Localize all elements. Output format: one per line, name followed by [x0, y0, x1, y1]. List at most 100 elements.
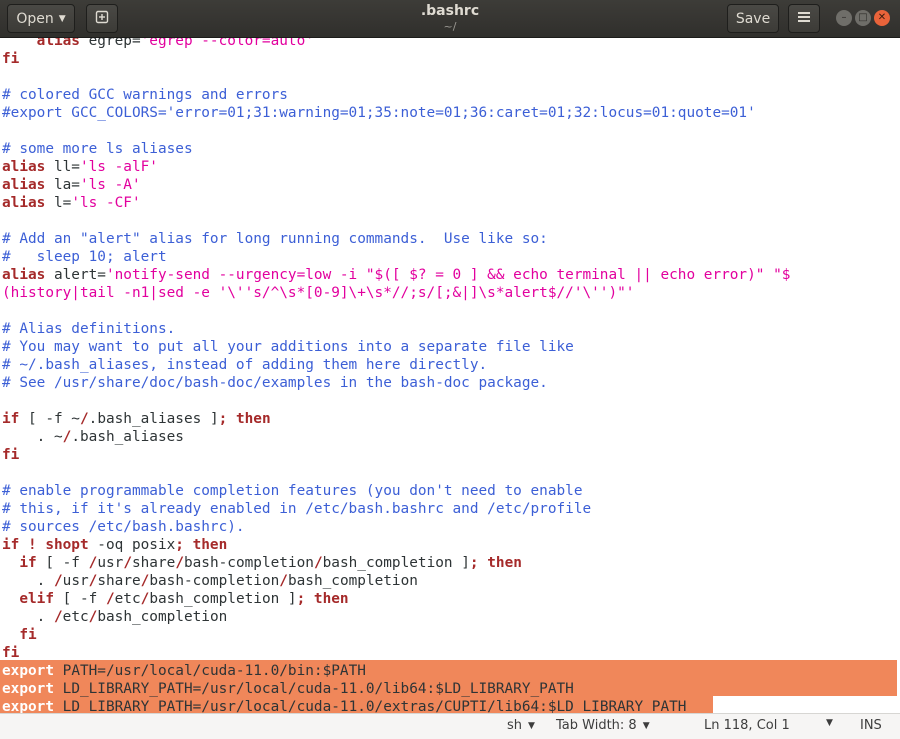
- code-token: /: [88, 555, 98, 571]
- code-line[interactable]: # enable programmable completion feature…: [2, 482, 790, 500]
- code-token: alias: [2, 38, 89, 49]
- code-line[interactable]: # sources /etc/bash.bashrc).: [2, 518, 790, 536]
- chevron-down-icon: ▼: [58, 13, 66, 24]
- code-token: /: [140, 591, 150, 607]
- code-token: [ -f ~: [19, 411, 80, 427]
- code-line[interactable]: # this, if it's already enabled in /etc/…: [2, 500, 790, 518]
- tab-width-selector[interactable]: Tab Width: 8 ▼: [556, 718, 650, 733]
- insert-mode-label: INS: [860, 718, 882, 733]
- code-line[interactable]: # ~/.bash_aliases, instead of adding the…: [2, 356, 790, 374]
- code-line[interactable]: (history|tail -n1|sed -e '\''s/^\s*[0-9]…: [2, 284, 790, 302]
- code-line[interactable]: alias la='ls -A': [2, 176, 790, 194]
- code-line[interactable]: [2, 122, 790, 140]
- code-token: 'ls -CF': [71, 195, 141, 211]
- code-token: bash_completion ]: [322, 555, 470, 571]
- code-line[interactable]: fi: [2, 446, 790, 464]
- close-glyph: ✕: [877, 12, 887, 23]
- code-line[interactable]: #export GCC_COLORS='error=01;31:warning=…: [2, 104, 790, 122]
- code-line[interactable]: # You may want to put all your additions…: [2, 338, 790, 356]
- code-token: egrep=: [88, 38, 141, 49]
- code-token: 'ls -alF': [79, 159, 158, 175]
- status-bar: sh ▼ Tab Width: 8 ▼ Ln 118, Col 1 ▼ INS: [0, 713, 900, 739]
- code-token: etc: [62, 609, 89, 625]
- close-icon[interactable]: ✕: [874, 10, 890, 26]
- save-button[interactable]: Save: [727, 4, 779, 33]
- cursor-position-dropdown[interactable]: ▼: [820, 718, 833, 728]
- code-line[interactable]: [2, 392, 790, 410]
- code-token: /: [123, 555, 132, 571]
- code-line[interactable]: # Add an "alert" alias for long running …: [2, 230, 790, 248]
- code-token: ; then: [175, 537, 228, 553]
- code-token: alias: [2, 267, 54, 283]
- code-line[interactable]: # Alias definitions.: [2, 320, 790, 338]
- minimize-icon[interactable]: –: [836, 10, 852, 26]
- code-token: l=: [53, 195, 72, 211]
- code-token: LD_LIBRARY_PATH=/usr/local/cuda-11.0/ext…: [62, 699, 687, 713]
- code-line[interactable]: [2, 464, 790, 482]
- code-token: # some more ls aliases: [2, 141, 193, 157]
- header-bar: Open ▼ .bashrc ~/ Save – □ ✕: [0, 0, 900, 38]
- open-button-label: Open: [16, 10, 54, 27]
- code-token: # colored GCC warnings and errors: [2, 87, 288, 103]
- code-token: 'ls -A': [79, 177, 141, 193]
- minimize-glyph: –: [841, 12, 847, 23]
- cursor-position[interactable]: Ln 118, Col 1: [704, 718, 790, 733]
- new-document-button[interactable]: [86, 4, 118, 33]
- maximize-glyph: □: [858, 12, 868, 23]
- code-line[interactable]: . /etc/bash_completion: [2, 608, 790, 626]
- insert-mode-indicator[interactable]: INS: [860, 718, 882, 733]
- code-token: alias: [2, 177, 54, 193]
- code-line[interactable]: alias ll='ls -alF': [2, 158, 790, 176]
- chevron-down-icon: ▼: [642, 720, 650, 731]
- code-line[interactable]: export LD_LIBRARY_PATH=/usr/local/cuda-1…: [2, 698, 790, 713]
- code-token: # sleep 10; alert: [2, 249, 167, 265]
- code-line[interactable]: # sleep 10; alert: [2, 248, 790, 266]
- code-token: # enable programmable completion feature…: [2, 483, 583, 499]
- code-token: export: [2, 699, 63, 713]
- code-line[interactable]: # some more ls aliases: [2, 140, 790, 158]
- code-token: bash-completion: [149, 573, 280, 589]
- hamburger-menu-icon: [797, 9, 811, 28]
- code-line[interactable]: [2, 68, 790, 86]
- tab-width-label: Tab Width: 8: [556, 718, 637, 733]
- chevron-down-icon: ▼: [826, 718, 833, 728]
- code-token: # Add an "alert" alias for long running …: [2, 231, 548, 247]
- code-line[interactable]: fi: [2, 626, 790, 644]
- cursor-position-label: Ln 118, Col 1: [704, 718, 790, 733]
- code-token: export: [2, 681, 63, 697]
- code-line[interactable]: [2, 212, 790, 230]
- code-token: if ! shopt: [2, 537, 89, 553]
- code-line[interactable]: # colored GCC warnings and errors: [2, 86, 790, 104]
- code-line[interactable]: fi: [2, 50, 790, 68]
- text-editor-area[interactable]: alias egrep='egrep --color=auto' fi # col…: [0, 38, 900, 713]
- code-token: 'egrep --color=auto': [140, 38, 314, 49]
- code-line[interactable]: [2, 302, 790, 320]
- code-token: if: [2, 411, 20, 427]
- code-token: /: [79, 411, 89, 427]
- code-token: (history|tail -n1|sed -e '\''s/^\s*[0-9]…: [2, 285, 635, 301]
- language-selector[interactable]: sh ▼: [507, 718, 535, 733]
- code-line[interactable]: fi: [2, 644, 790, 662]
- code-line[interactable]: # See /usr/share/doc/bash-doc/examples i…: [2, 374, 790, 392]
- code-lines[interactable]: alias egrep='egrep --color=auto' fi # col…: [2, 38, 790, 713]
- code-line[interactable]: . ~/.bash_aliases: [2, 428, 790, 446]
- code-line[interactable]: if ! shopt -oq posix; then: [2, 536, 790, 554]
- code-line[interactable]: alias egrep='egrep --color=auto': [2, 38, 790, 50]
- code-token: /: [313, 555, 323, 571]
- code-line[interactable]: elif [ -f /etc/bash_completion ]; then: [2, 590, 790, 608]
- code-line[interactable]: . /usr/share/bash-completion/bash_comple…: [2, 572, 790, 590]
- open-button[interactable]: Open ▼: [7, 4, 75, 33]
- code-line[interactable]: alias alert='notify-send --urgency=low -…: [2, 266, 790, 284]
- code-token: la=: [53, 177, 80, 193]
- maximize-icon[interactable]: □: [855, 10, 871, 26]
- code-token: usr: [62, 573, 89, 589]
- code-line[interactable]: if [ -f ~/.bash_aliases ]; then: [2, 410, 790, 428]
- code-token: etc: [114, 591, 141, 607]
- code-line[interactable]: export PATH=/usr/local/cuda-11.0/bin:$PA…: [2, 662, 790, 680]
- code-line[interactable]: export LD_LIBRARY_PATH=/usr/local/cuda-1…: [2, 680, 790, 698]
- code-token: alias: [2, 195, 54, 211]
- code-line[interactable]: if [ -f /usr/share/bash-completion/bash_…: [2, 554, 790, 572]
- code-line[interactable]: alias l='ls -CF': [2, 194, 790, 212]
- hamburger-menu-button[interactable]: [788, 4, 820, 33]
- code-token: -oq posix: [88, 537, 176, 553]
